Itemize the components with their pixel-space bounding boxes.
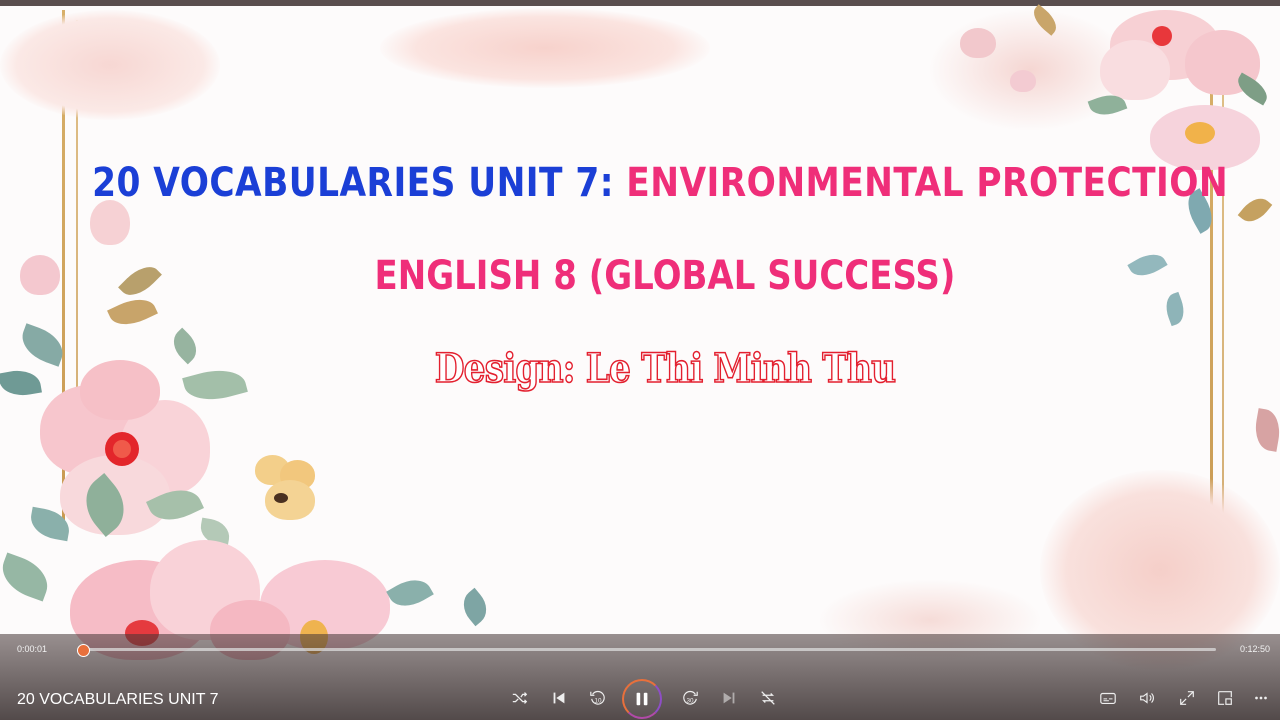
total-time: 0:12:50 (1239, 644, 1270, 654)
shuffle-icon (512, 692, 528, 704)
seek-bar-thumb[interactable] (76, 644, 90, 657)
slide-subtitle: ENGLISH 8 (GLOBAL SUCCESS) (374, 253, 956, 299)
shuffle-button[interactable] (509, 687, 531, 709)
previous-icon (553, 692, 565, 704)
more-options-icon (1255, 696, 1267, 700)
volume-icon (1140, 692, 1154, 704)
skip-forward-button[interactable]: 30 (679, 687, 701, 709)
next-button[interactable] (718, 687, 740, 709)
skip-back-label: 10 (594, 698, 602, 705)
repeat-off-icon (761, 691, 775, 705)
fullscreen-icon (1180, 691, 1194, 705)
mini-player-button[interactable] (1214, 687, 1236, 709)
captions-icon (1100, 692, 1116, 704)
pause-button[interactable] (622, 679, 662, 719)
slide-title-topic: ENVIRONMENTAL PROTECTION (626, 160, 1229, 206)
pause-icon (636, 692, 648, 706)
current-time: 0:00:01 (17, 644, 48, 654)
skip-back-button[interactable]: 10 (587, 687, 609, 709)
skip-forward-label: 30 (686, 698, 694, 705)
previous-button[interactable] (548, 687, 570, 709)
video-frame[interactable]: 20 VOCABULARIES UNIT 7: ENVIRONMENTAL PR… (0, 0, 1280, 720)
seek-bar[interactable] (76, 644, 1216, 657)
mini-player-icon (1218, 691, 1232, 705)
next-icon (723, 692, 735, 704)
fullscreen-button[interactable] (1176, 687, 1198, 709)
more-options-button[interactable] (1250, 687, 1272, 709)
window-top-edge (0, 0, 1280, 6)
skip-back-10-icon: 10 (590, 690, 605, 705)
slide-title-unit: 20 VOCABULARIES UNIT 7: (92, 160, 614, 206)
now-playing-title: 20 VOCABULARIES UNIT 7 (17, 691, 219, 708)
slide-credit: Design: Le Thi Minh Thu (434, 344, 897, 393)
repeat-button[interactable] (757, 687, 779, 709)
volume-button[interactable] (1136, 687, 1158, 709)
slide-title: 20 VOCABULARIES UNIT 7: ENVIRONMENTAL PR… (92, 160, 1229, 206)
skip-forward-30-icon: 30 (683, 690, 698, 705)
captions-button[interactable] (1097, 687, 1119, 709)
media-controls-bar: 0:00:01 0:12:50 20 VOCABULARIES UNIT 7 1… (0, 634, 1280, 720)
